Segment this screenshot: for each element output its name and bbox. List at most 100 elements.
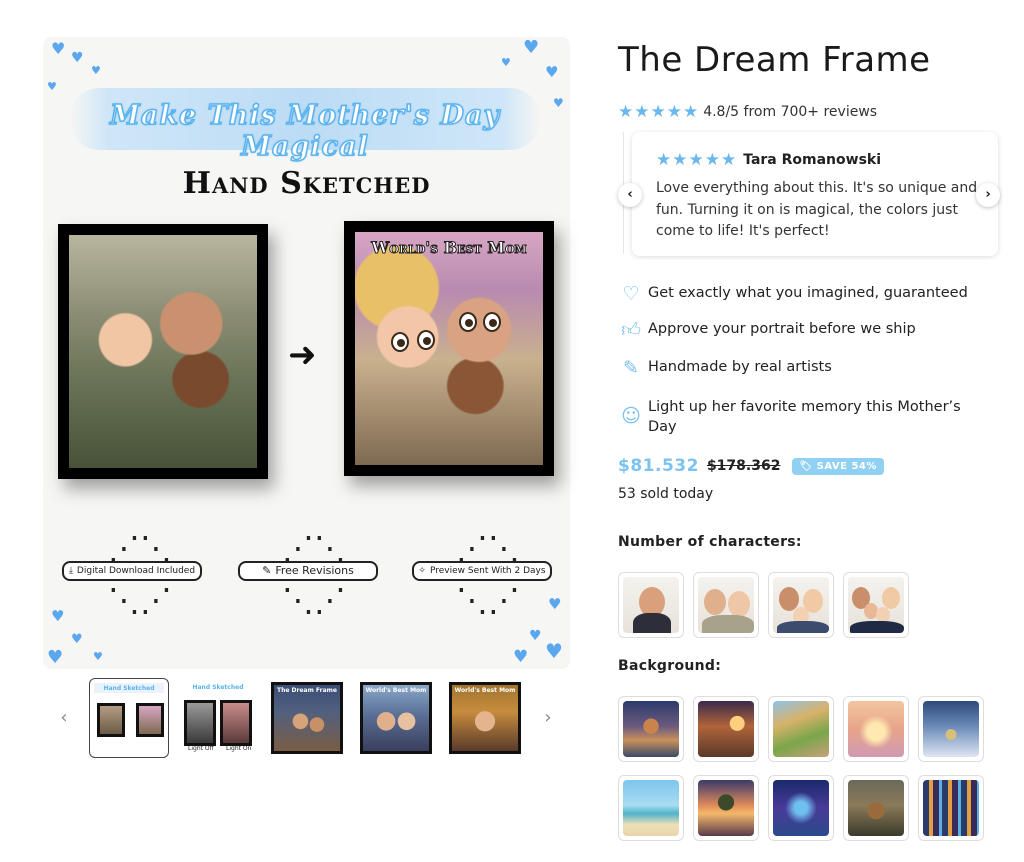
heart-decoration-icon: ♥ bbox=[71, 632, 83, 647]
starburst-icon: ⋰⋱ bbox=[282, 529, 346, 567]
badge-digital-download: ⤓ Digital Download Included bbox=[62, 561, 202, 581]
heart-decoration-icon: ♥ bbox=[545, 63, 559, 81]
feature-item: ☺ Light up her favorite memory this Mothe… bbox=[618, 397, 978, 437]
heart-decoration-icon: ♥ bbox=[93, 650, 103, 663]
background-option-10[interactable] bbox=[918, 775, 984, 841]
original-price: $178.362 bbox=[706, 458, 781, 474]
background-option-4[interactable] bbox=[843, 696, 909, 762]
background-option-9[interactable] bbox=[843, 775, 909, 841]
starburst-icon: ⋱⋰ bbox=[282, 581, 346, 619]
toon-eye bbox=[483, 312, 501, 332]
heart-decoration-icon: ♥ bbox=[548, 595, 562, 613]
thumbnail-prev-button[interactable]: ‹ bbox=[56, 708, 72, 728]
original-photo bbox=[69, 235, 257, 468]
badge-preview: ✧ Preview Sent With 2 Days bbox=[412, 561, 552, 581]
arrow-right-icon: ➜ bbox=[288, 335, 317, 375]
image-subtitle: Hand Sketched bbox=[182, 166, 431, 201]
background-option-3[interactable] bbox=[768, 696, 834, 762]
starburst-icon: ⋰⋱ bbox=[456, 529, 520, 567]
badge-free-revisions: ✎ Free Revisions bbox=[238, 561, 378, 581]
thumbnail-caption: Hand Sketched bbox=[192, 684, 244, 691]
thumbnail-5[interactable]: World's Best Mom bbox=[445, 678, 525, 758]
toon-eye bbox=[391, 332, 409, 352]
heart-icon: ♡ bbox=[622, 283, 640, 305]
background-option-1[interactable] bbox=[618, 696, 684, 762]
tag-icon: 🏷︎ bbox=[799, 460, 817, 472]
character-option-1[interactable] bbox=[618, 572, 684, 638]
pencil-icon: ✎ bbox=[262, 564, 272, 577]
pencil-icon: ✎ bbox=[623, 357, 639, 379]
thumbnail-4[interactable]: World's Best Mom bbox=[356, 678, 436, 758]
review-carousel: ★★★★★ Tara Romanowski Love everything abo… bbox=[618, 130, 1002, 260]
thumbnail-caption: Hand Sketched bbox=[103, 685, 155, 692]
sparkle-icon: ✧ bbox=[418, 566, 426, 576]
starburst-icon: ⋰⋱ bbox=[108, 529, 172, 567]
starburst-icon: ⋱⋰ bbox=[456, 581, 520, 619]
heart-decoration-icon: ♥ bbox=[51, 607, 65, 625]
characters-label: Number of characters: bbox=[618, 534, 802, 550]
chevron-right-icon: › bbox=[985, 187, 991, 202]
review-text: Love everything about this. It's so uniq… bbox=[656, 180, 978, 239]
review-author: Tara Romanowski bbox=[743, 152, 882, 168]
star-rating-icon: ★★★★★ bbox=[656, 150, 738, 170]
heart-decoration-icon: ♥ bbox=[523, 37, 540, 58]
illustrated-photo-frame: World's Best Mom bbox=[344, 221, 554, 476]
chevron-left-icon: ‹ bbox=[627, 187, 633, 202]
thumbnail-caption: World's Best Mom bbox=[454, 687, 516, 694]
review-prev-button[interactable]: ‹ bbox=[618, 183, 642, 207]
heart-decoration-icon: ♥ bbox=[529, 628, 542, 644]
thumbnail-next-button[interactable]: › bbox=[540, 708, 556, 728]
starburst-icon: ⋱⋰ bbox=[108, 581, 172, 619]
thumbs-up-icon: 👍︎ bbox=[621, 319, 641, 341]
heart-decoration-icon: ♥ bbox=[553, 96, 564, 110]
thumbnail-label: Light Off bbox=[188, 745, 214, 752]
illustrated-photo: World's Best Mom bbox=[355, 232, 543, 465]
rating-summary[interactable]: ★★★★★ 4.8/5 from 700+ reviews bbox=[618, 102, 877, 122]
heart-decoration-icon: ♥ bbox=[501, 56, 511, 69]
original-photo-frame bbox=[58, 224, 268, 479]
feature-item: ♡ Get exactly what you imagined, guarante… bbox=[618, 283, 988, 305]
thumbnail-mini-frame bbox=[136, 703, 164, 737]
sold-today-text: 53 sold today bbox=[618, 486, 714, 502]
thumbnail-mini-frame bbox=[97, 703, 125, 737]
review-card: ★★★★★ Tara Romanowski Love everything abo… bbox=[632, 132, 998, 256]
heart-decoration-icon: ♥ bbox=[47, 80, 57, 93]
heart-decoration-icon: ♥ bbox=[91, 64, 101, 77]
heart-decoration-icon: ♥ bbox=[71, 50, 84, 66]
frame-caption: World's Best Mom bbox=[371, 238, 527, 258]
background-option-2[interactable] bbox=[693, 696, 759, 762]
background-option-5[interactable] bbox=[918, 696, 984, 762]
thumbnail-3[interactable]: The Dream Frame bbox=[267, 678, 347, 758]
character-option-3[interactable] bbox=[768, 572, 834, 638]
thumbnail-2[interactable]: Hand Sketched Light Off Light On bbox=[178, 678, 258, 758]
thumbnail-mini-frame bbox=[184, 700, 216, 746]
banner-title: Make This Mother's Day Magical bbox=[109, 99, 501, 163]
product-title: The Dream Frame bbox=[618, 40, 931, 80]
save-badge: 🏷︎ SAVE 54% bbox=[792, 457, 884, 475]
thumbnail-caption: The Dream Frame bbox=[277, 687, 337, 694]
background-option-7[interactable] bbox=[693, 775, 759, 841]
price-row: $81.532 $178.362 🏷︎ SAVE 54% bbox=[618, 456, 884, 476]
download-icon: ⤓ bbox=[68, 566, 73, 576]
toon-eye bbox=[459, 312, 477, 332]
rating-text: 4.8/5 from 700+ reviews bbox=[703, 104, 878, 120]
background-label: Background: bbox=[618, 658, 722, 674]
feature-item: 👍︎ Approve your portrait before we ship bbox=[618, 319, 988, 341]
thumbnail-1[interactable]: Hand Sketched bbox=[89, 678, 169, 758]
feature-item: ✎ Handmade by real artists bbox=[618, 357, 988, 379]
heart-decoration-icon: ♥ bbox=[51, 39, 66, 58]
character-option-4[interactable] bbox=[843, 572, 909, 638]
sale-price: $81.532 bbox=[618, 456, 699, 476]
background-option-8[interactable] bbox=[768, 775, 834, 841]
thumbnail-mini-frame bbox=[220, 700, 252, 746]
background-option-6[interactable] bbox=[618, 775, 684, 841]
toon-eye bbox=[417, 330, 435, 350]
thumbnail-caption: World's Best Mom bbox=[365, 687, 427, 694]
heart-decoration-icon: ♥ bbox=[47, 647, 64, 668]
smile-icon: ☺ bbox=[621, 405, 641, 427]
character-option-2[interactable] bbox=[693, 572, 759, 638]
thumbnail-label: Light On bbox=[226, 745, 252, 752]
review-next-button[interactable]: › bbox=[976, 183, 1000, 207]
star-rating-icon: ★★★★★ bbox=[618, 102, 700, 122]
heart-decoration-icon: ♥ bbox=[513, 647, 529, 667]
